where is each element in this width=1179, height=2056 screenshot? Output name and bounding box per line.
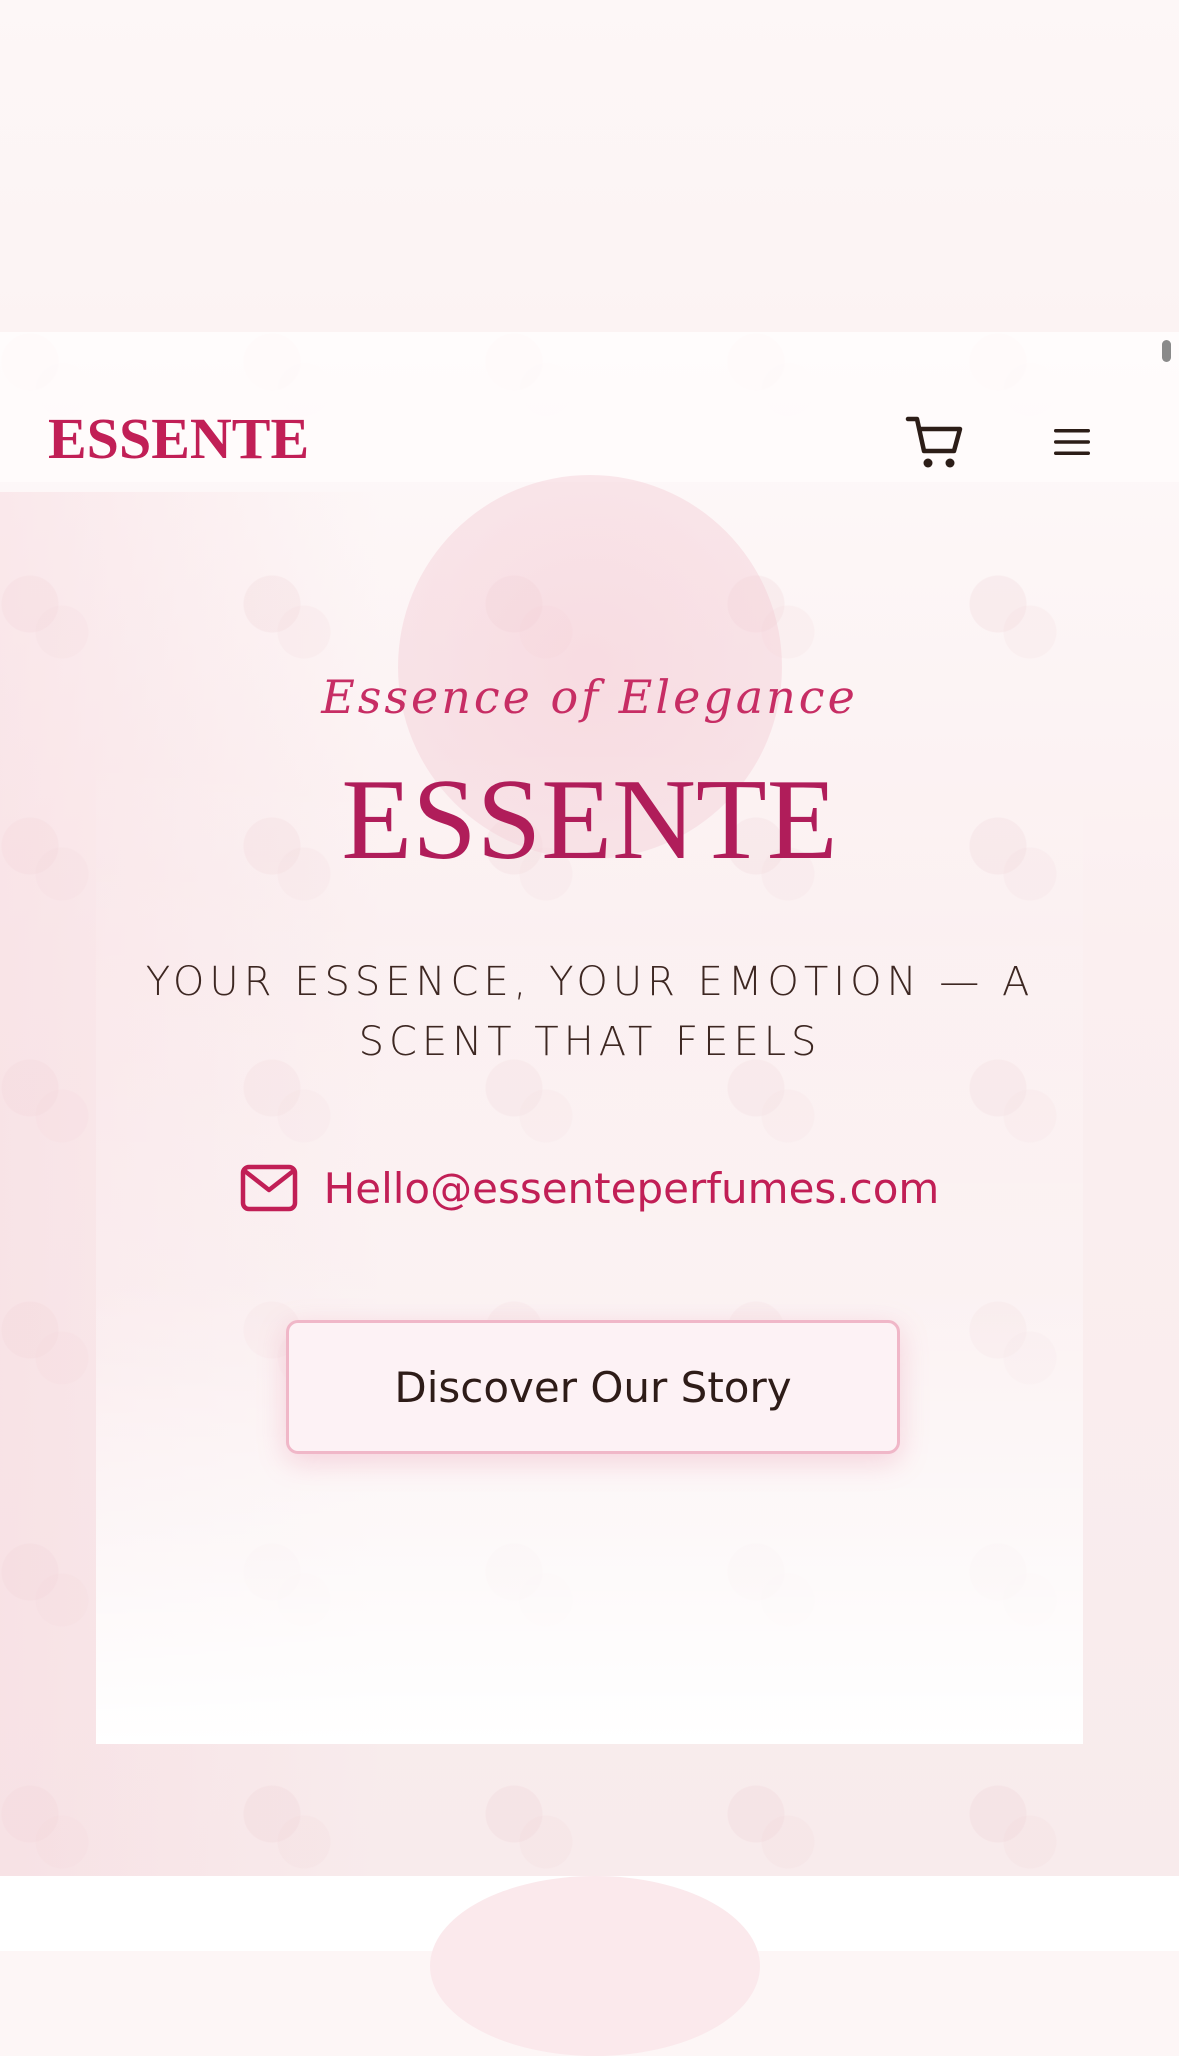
top-blank-area — [0, 0, 1179, 332]
discover-our-story-button[interactable]: Discover Our Story — [286, 1320, 900, 1454]
menu-button[interactable] — [1040, 410, 1104, 474]
hero-tagline: Essence of Elegance — [321, 670, 858, 724]
logo[interactable]: ESSENTE — [48, 410, 309, 468]
hero-subtitle: YOUR ESSENCE, YOUR EMOTION — A SCENT THA… — [145, 959, 1035, 1065]
mail-icon — [240, 1162, 300, 1214]
email-row: Hello@essenteperfumes.com — [0, 1162, 1179, 1214]
hero-title: ESSENTE — [341, 756, 838, 884]
page-screen: ESSENTE Essence of Elegance ESSENTE YOUR… — [0, 332, 1179, 1876]
hamburger-menu-icon — [1054, 429, 1090, 455]
cart-icon — [905, 416, 963, 468]
cart-button[interactable] — [900, 410, 970, 474]
scrollbar-thumb[interactable] — [1162, 340, 1171, 362]
bottom-decorative-circle — [430, 1876, 760, 2056]
email-link[interactable]: Hello@essenteperfumes.com — [324, 1164, 940, 1213]
navbar: ESSENTE — [0, 332, 1179, 482]
